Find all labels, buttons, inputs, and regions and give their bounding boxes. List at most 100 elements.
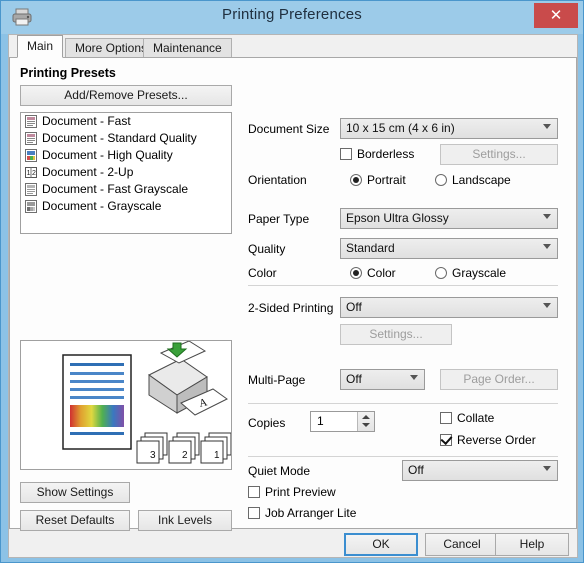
checkbox-mark bbox=[248, 486, 260, 498]
radio-mark bbox=[435, 174, 447, 186]
divider bbox=[248, 285, 558, 286]
page-stack-label: 2 bbox=[182, 450, 188, 461]
document-size-label: Document Size bbox=[248, 122, 330, 136]
quality-select[interactable]: Standard bbox=[340, 238, 558, 259]
color-label: Color bbox=[248, 266, 277, 280]
page-stack-label: 3 bbox=[150, 450, 156, 461]
color-mode-grayscale-radio[interactable]: Grayscale bbox=[435, 266, 506, 280]
chevron-down-icon bbox=[543, 244, 551, 249]
window-title: Printing Preferences bbox=[222, 6, 362, 23]
main-tab-panel: Printing Presets Add/Remove Presets... D… bbox=[9, 57, 577, 531]
two-sided-printing-select[interactable]: Off bbox=[340, 297, 558, 318]
paper-type-select[interactable]: Epson Ultra Glossy bbox=[340, 208, 558, 229]
reverse-order-label: Reverse Order bbox=[457, 433, 536, 447]
radio-mark bbox=[435, 267, 447, 279]
printing-presets-heading: Printing Presets bbox=[20, 66, 116, 80]
quiet-mode-select[interactable]: Off bbox=[402, 460, 558, 481]
color-option-label: Color bbox=[367, 266, 396, 280]
list-item[interactable]: Document - Grayscale bbox=[21, 198, 231, 215]
checkbox-mark bbox=[440, 434, 452, 446]
borderless-label: Borderless bbox=[357, 147, 415, 161]
page-stack-label: 1 bbox=[214, 450, 220, 461]
two-sided-value: Off bbox=[346, 300, 362, 314]
checkbox-mark bbox=[340, 148, 352, 160]
radio-mark bbox=[350, 174, 362, 186]
quality-value: Standard bbox=[346, 241, 395, 255]
tab-maintenance[interactable]: Maintenance bbox=[143, 38, 232, 57]
reverse-order-checkbox[interactable]: Reverse Order bbox=[440, 433, 536, 447]
document-size-value: 10 x 15 cm (4 x 6 in) bbox=[346, 121, 455, 135]
document-gray-icon bbox=[25, 200, 37, 218]
paper-type-label: Paper Type bbox=[248, 212, 310, 226]
job-arranger-lite-checkbox[interactable]: Job Arranger Lite bbox=[248, 506, 356, 520]
document-size-select[interactable]: 10 x 15 cm (4 x 6 in) bbox=[340, 118, 558, 139]
svg-text:1: 1 bbox=[27, 170, 31, 177]
list-item[interactable]: Document - Standard Quality bbox=[21, 130, 231, 147]
list-item-label: Document - Standard Quality bbox=[42, 131, 197, 145]
quiet-mode-label: Quiet Mode bbox=[248, 464, 311, 478]
chevron-down-icon bbox=[543, 466, 551, 471]
list-item[interactable]: Document - Fast bbox=[21, 113, 231, 130]
show-settings-button[interactable]: Show Settings bbox=[20, 482, 130, 503]
divider bbox=[248, 456, 558, 457]
multi-page-select[interactable]: Off bbox=[340, 369, 425, 390]
portrait-label: Portrait bbox=[367, 173, 406, 187]
two-sided-settings-button[interactable]: Settings... bbox=[340, 324, 452, 345]
tab-main[interactable]: Main bbox=[17, 35, 64, 58]
print-preview-illustration: A 3 2 1 bbox=[20, 340, 232, 470]
list-item[interactable]: Document - Fast Grayscale bbox=[21, 181, 231, 198]
ok-button[interactable]: OK bbox=[344, 533, 418, 556]
list-item[interactable]: Document - High Quality bbox=[21, 147, 231, 164]
multi-page-value: Off bbox=[346, 372, 362, 386]
chevron-down-icon bbox=[543, 124, 551, 129]
divider bbox=[248, 403, 558, 404]
two-sided-printing-label: 2-Sided Printing bbox=[248, 301, 334, 315]
close-button[interactable]: ✕ bbox=[534, 3, 578, 28]
quality-label: Quality bbox=[248, 242, 286, 256]
chevron-down-icon bbox=[543, 303, 551, 308]
add-remove-presets-button[interactable]: Add/Remove Presets... bbox=[20, 85, 232, 106]
print-preview-label: Print Preview bbox=[265, 485, 336, 499]
page-order-button[interactable]: Page Order... bbox=[440, 369, 558, 390]
chevron-down-icon bbox=[543, 214, 551, 219]
collate-label: Collate bbox=[457, 411, 495, 425]
copies-stepper[interactable]: 1 bbox=[310, 411, 375, 432]
stepper-down-icon[interactable] bbox=[362, 423, 370, 427]
cancel-button[interactable]: Cancel bbox=[425, 533, 499, 556]
ink-levels-button[interactable]: Ink Levels bbox=[138, 510, 232, 531]
orientation-label: Orientation bbox=[248, 173, 307, 187]
grayscale-option-label: Grayscale bbox=[452, 266, 507, 280]
printing-preferences-window: Printing Preferences ✕ Main More Options… bbox=[0, 0, 584, 563]
list-item-label: Document - Fast Grayscale bbox=[42, 182, 189, 196]
landscape-label: Landscape bbox=[452, 173, 511, 187]
list-item-label: Document - Grayscale bbox=[42, 199, 162, 213]
title-bar: Printing Preferences ✕ bbox=[1, 1, 583, 34]
copies-label: Copies bbox=[248, 416, 286, 430]
borderless-checkbox[interactable]: Borderless bbox=[340, 147, 414, 161]
list-item-label: Document - High Quality bbox=[42, 148, 173, 162]
dialog-client-area: Main More Options Maintenance Printing P… bbox=[8, 34, 578, 558]
quiet-mode-value: Off bbox=[408, 463, 424, 477]
list-item-label: Document - Fast bbox=[42, 114, 131, 128]
tab-strip: Main More Options Maintenance bbox=[9, 35, 577, 58]
stepper-buttons[interactable] bbox=[357, 412, 374, 431]
list-item[interactable]: 12 Document - 2-Up bbox=[21, 164, 231, 181]
collate-checkbox[interactable]: Collate bbox=[440, 411, 494, 425]
reset-defaults-button[interactable]: Reset Defaults bbox=[20, 510, 130, 531]
paper-type-value: Epson Ultra Glossy bbox=[346, 211, 449, 225]
orientation-landscape-radio[interactable]: Landscape bbox=[435, 173, 511, 187]
print-preview-checkbox[interactable]: Print Preview bbox=[248, 485, 336, 499]
copies-value: 1 bbox=[317, 414, 324, 428]
help-button[interactable]: Help bbox=[495, 533, 569, 556]
radio-mark bbox=[350, 267, 362, 279]
presets-listbox[interactable]: Document - Fast Document - Standard Qual… bbox=[20, 112, 232, 234]
svg-text:2: 2 bbox=[32, 170, 36, 177]
stepper-up-icon[interactable] bbox=[362, 415, 370, 419]
job-arranger-label: Job Arranger Lite bbox=[265, 506, 357, 520]
checkbox-mark bbox=[248, 507, 260, 519]
color-mode-color-radio[interactable]: Color bbox=[350, 266, 396, 280]
orientation-portrait-radio[interactable]: Portrait bbox=[350, 173, 406, 187]
borderless-settings-button[interactable]: Settings... bbox=[440, 144, 558, 165]
dialog-button-bar: OK Cancel Help bbox=[9, 529, 577, 559]
checkbox-mark bbox=[440, 412, 452, 424]
